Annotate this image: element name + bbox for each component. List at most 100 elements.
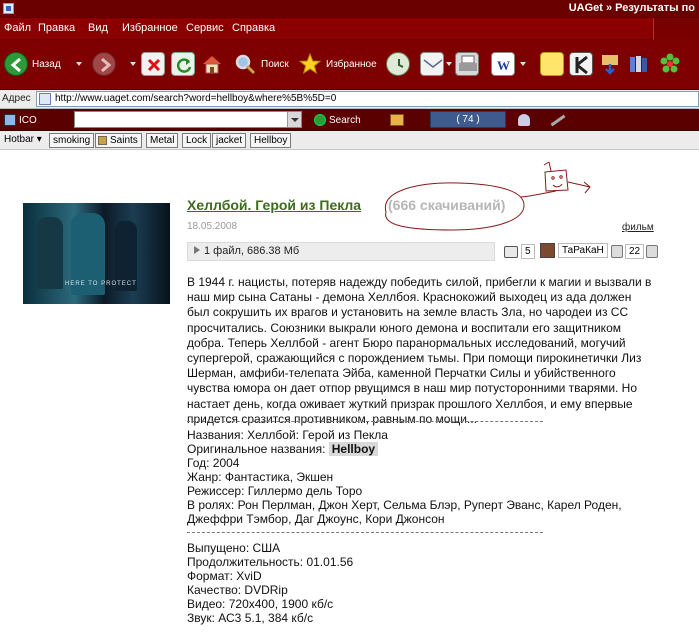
divider bbox=[187, 532, 543, 533]
author-link[interactable]: ТаРаКаН bbox=[540, 243, 608, 258]
hotbar-item-smoking[interactable]: smoking bbox=[49, 133, 95, 148]
mail-button[interactable] bbox=[420, 50, 444, 78]
mail-envelope-icon bbox=[420, 52, 444, 76]
browser-page-icon bbox=[3, 3, 14, 14]
original-title-value: Hellboy bbox=[328, 442, 379, 456]
comments-link[interactable]: 5 bbox=[504, 244, 535, 259]
stop-button[interactable] bbox=[141, 50, 165, 78]
options-button[interactable] bbox=[390, 112, 404, 128]
history-clock-icon bbox=[386, 52, 410, 76]
messenger-button[interactable] bbox=[598, 50, 622, 78]
page-icon bbox=[39, 93, 51, 105]
forward-dropdown-icon[interactable] bbox=[130, 62, 136, 66]
user-button[interactable] bbox=[518, 112, 530, 128]
hotbar-item-metal[interactable]: Metal bbox=[146, 133, 179, 148]
author-name: ТаРаКаН bbox=[558, 243, 608, 258]
ico-icon bbox=[4, 114, 16, 126]
menu-file[interactable]: Файл bbox=[4, 22, 31, 34]
info-cast: В ролях: Рон Перлман, Джон Херт, Сельма … bbox=[187, 498, 622, 512]
menu-help[interactable]: Справка bbox=[232, 22, 275, 34]
search-combo-input[interactable] bbox=[74, 111, 302, 128]
menu-bar: Файл Правка Вид Избранное Сервис Справка bbox=[0, 18, 699, 40]
info-director: Режиссер: Гиллермо дель Торо bbox=[187, 484, 363, 498]
poster-figure bbox=[37, 217, 63, 289]
hotbar-item-jacket[interactable]: jacket bbox=[212, 133, 247, 148]
forward-button[interactable] bbox=[92, 50, 116, 78]
history-button[interactable] bbox=[386, 50, 410, 78]
svg-text:W: W bbox=[497, 58, 510, 73]
menu-favorites[interactable]: Избранное bbox=[122, 22, 178, 34]
forward-arrow-icon bbox=[92, 52, 116, 76]
edit-dropdown-icon[interactable] bbox=[520, 62, 526, 66]
search-go-button[interactable]: Search bbox=[314, 112, 361, 128]
edit-word-button[interactable]: W bbox=[491, 50, 515, 78]
address-input[interactable]: http://www.uaget.com/search?word=hellboy… bbox=[36, 91, 699, 107]
pen-button[interactable] bbox=[550, 112, 566, 128]
category-link[interactable]: фильм bbox=[622, 222, 654, 233]
home-button[interactable] bbox=[200, 50, 224, 78]
menu-tools[interactable]: Сервис bbox=[186, 22, 224, 34]
hotbar-item-lock[interactable]: Lock bbox=[182, 133, 212, 148]
menu-view[interactable]: Вид bbox=[88, 22, 108, 34]
back-button[interactable]: Назад bbox=[4, 50, 61, 78]
info-video: Видео: 720x400, 1900 кб/с bbox=[187, 597, 334, 611]
combo-dropdown-icon[interactable] bbox=[287, 112, 301, 127]
movie-poster[interactable]: HERE TO PROTECT bbox=[23, 203, 170, 304]
counter-badge[interactable]: ( 74 ) bbox=[430, 111, 506, 128]
k-shield-icon bbox=[569, 52, 593, 76]
thumbs-down-icon[interactable] bbox=[646, 245, 659, 258]
saints-icon bbox=[98, 136, 107, 145]
back-label: Назад bbox=[32, 58, 61, 70]
pen-icon bbox=[550, 114, 566, 126]
research-button[interactable] bbox=[627, 50, 651, 78]
home-icon bbox=[200, 52, 224, 76]
movie-description: В 1944 г. нацисты, потеряв надежду побед… bbox=[187, 275, 652, 426]
back-dropdown-icon[interactable] bbox=[76, 62, 82, 66]
info-year: Год: 2004 bbox=[187, 456, 240, 470]
print-button[interactable] bbox=[455, 50, 479, 78]
comment-bubble-icon bbox=[504, 245, 518, 258]
search-label: Поиск bbox=[261, 58, 289, 70]
magnifier-icon bbox=[233, 52, 257, 76]
mail-dropdown-icon[interactable] bbox=[446, 62, 452, 66]
file-info-text: 1 файл, 686.38 Мб bbox=[204, 245, 300, 257]
file-info-toggle[interactable]: 1 файл, 686.38 Мб bbox=[187, 242, 495, 261]
user-icon bbox=[518, 114, 530, 126]
hotbar-item-hellboy[interactable]: Hellboy bbox=[250, 133, 292, 148]
kaspersky-button[interactable] bbox=[569, 50, 593, 78]
stop-icon bbox=[141, 52, 165, 76]
divider bbox=[187, 421, 543, 422]
info-released: Выпущено: США bbox=[187, 541, 281, 555]
windows-logo-icon bbox=[653, 18, 699, 40]
info-names: Названия: Хеллбой: Герой из Пекла bbox=[187, 428, 388, 442]
icq-button[interactable] bbox=[658, 50, 682, 78]
hotbar: Hotbar ▾ smoking Saints Metal Lock jacke… bbox=[0, 131, 699, 150]
favorites-label: Избранное bbox=[326, 58, 377, 70]
hotbar-label[interactable]: Hotbar ▾ bbox=[4, 134, 42, 145]
ico-label: ICO bbox=[19, 114, 37, 126]
poster-tagline: HERE TO PROTECT bbox=[65, 281, 137, 287]
refresh-button[interactable] bbox=[171, 50, 195, 78]
menu-edit[interactable]: Правка bbox=[38, 22, 75, 34]
info-audio: Звук: АС3 5.1, 384 кб/с bbox=[187, 611, 314, 625]
info-original-title: Оригинальное названия: Hellboy bbox=[187, 442, 379, 456]
hotbar-item-saints[interactable]: Saints bbox=[95, 133, 142, 148]
result-title-link[interactable]: Хеллбой. Герой из Пекла bbox=[187, 197, 361, 213]
search-toolbar: ICO Search ( 74 ) bbox=[0, 109, 699, 131]
upload-date: 18.05.2008 bbox=[187, 221, 238, 232]
thumbs-up-icon[interactable] bbox=[611, 245, 623, 258]
favorites-button[interactable]: Избранное bbox=[298, 50, 377, 78]
counter-value: ( 74 ) bbox=[456, 114, 480, 125]
search-button[interactable]: Поиск bbox=[233, 50, 289, 78]
browser-toolbar: Назад Поиск Избранное W bbox=[0, 40, 699, 90]
ico-button[interactable]: ICO bbox=[4, 112, 37, 128]
printer-icon bbox=[455, 52, 479, 76]
address-bar: Адрес http://www.uaget.com/search?word=h… bbox=[0, 90, 699, 109]
books-icon bbox=[627, 52, 651, 76]
rating-value: 22 bbox=[625, 244, 645, 259]
word-document-icon: W bbox=[491, 52, 515, 76]
note-button[interactable] bbox=[540, 50, 564, 78]
info-format: Формат: XviD bbox=[187, 569, 262, 583]
address-label: Адрес bbox=[2, 93, 31, 104]
search-go-icon bbox=[314, 114, 326, 126]
